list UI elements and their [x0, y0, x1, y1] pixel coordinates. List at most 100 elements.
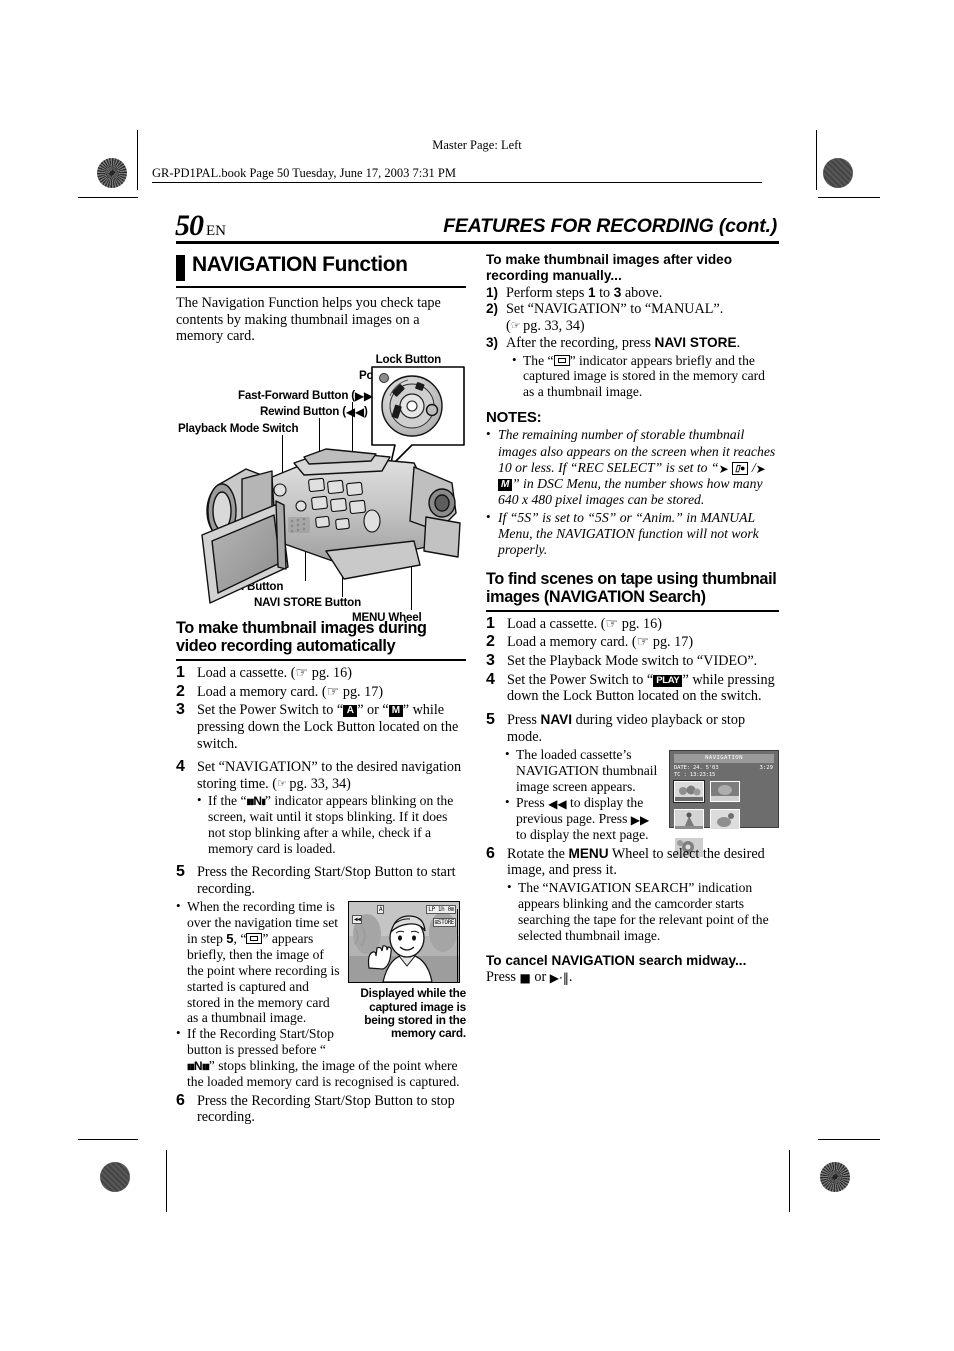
fast-forward-icon: ▶▶: [630, 812, 650, 827]
navi-indicator-icon: ▮▮N▮▮: [187, 1059, 210, 1074]
step-number: 1: [176, 664, 185, 682]
arrow-right-icon: ➤: [755, 461, 766, 476]
halftone-dot-top-right: [823, 158, 853, 188]
step-number: 1: [486, 614, 495, 632]
section-rule: [176, 286, 466, 288]
master-page-label: Master Page: Left: [432, 138, 522, 152]
step-text: Load a memory card. (☞ pg. 17): [507, 634, 694, 651]
play-pause-icon: ▶·‖: [549, 971, 569, 986]
step-item: 4 Set “NAVIGATION” to the desired naviga…: [176, 758, 466, 857]
step-text: Press NAVI during video playback or stop…: [507, 711, 746, 745]
navi-ref: NAVI: [540, 711, 573, 727]
camcorder-illustration-svg: [201, 366, 465, 604]
section-bar: [176, 255, 185, 281]
step-item: 4 Set the Power Switch to “PLAY” while p…: [486, 670, 779, 705]
step-text: Set the Power Switch to “PLAY” while pre…: [507, 671, 775, 705]
trim-line-bottom-right-v: [789, 1150, 790, 1212]
step-number: 4: [486, 670, 495, 688]
step-text: Set “NAVIGATION” to the desired navigati…: [197, 759, 462, 792]
page-ref-icon: ☞: [277, 776, 287, 790]
book-line-rule: [152, 182, 762, 183]
step-number: 2: [176, 682, 185, 700]
step-number: 3: [176, 701, 185, 719]
step-item: 1 Load a cassette. (☞ pg. 16): [176, 664, 466, 682]
step5-bullets: When the recording time is over the navi…: [176, 898, 466, 1090]
registration-mark-bottom-center: [459, 1162, 489, 1192]
step-item: 3 Set the Power Switch to “A” or “M” whi…: [176, 701, 466, 752]
trim-line-left-top: [78, 197, 138, 198]
camcorder-figure: Lock Button Power Switch Fast-Forward Bu…: [176, 351, 466, 624]
step-text: Load a cassette. (☞ pg. 16): [197, 665, 352, 682]
step-ref: 5: [226, 930, 234, 946]
registration-mark-left-lower: [99, 1109, 129, 1139]
book-file-line: GR-PD1PAL.book Page 50 Tuesday, June 17,…: [152, 166, 456, 180]
registration-mark-right-lower: [820, 1109, 850, 1139]
manual-step-text: Perform steps 1 to 3 above.: [506, 284, 663, 301]
step-number: 3: [486, 652, 495, 670]
step-number: 6: [486, 844, 495, 862]
step-number: 5: [486, 710, 495, 728]
trim-line-right-top: [818, 197, 880, 198]
rewind-icon: ◀◀: [548, 796, 567, 811]
running-head: FEATURES FOR RECORDING (cont.): [443, 215, 777, 237]
page-language: EN: [206, 223, 226, 239]
cancel-post: .: [568, 969, 573, 986]
manual-steps-list: 1) Perform steps 1 to 3 above. 2) Set “N…: [486, 285, 779, 401]
subhead-auto-thumbnails: To make thumbnail images during video re…: [176, 618, 427, 655]
manual-step-item: 1) Perform steps 1 to 3 above.: [486, 285, 779, 302]
subhead-rule-left: [176, 659, 466, 662]
step-text: Rotate the MENU Wheel to select the desi…: [507, 845, 765, 879]
bullet-item: If the “▮▮N▮” indicator appears blinking…: [197, 792, 466, 857]
cancel-instruction: Press ■ or ▶·‖.: [486, 969, 779, 986]
memory-card-icon: M: [498, 479, 512, 492]
bullet-item: The “” indicator appears briefly and the…: [512, 352, 779, 401]
step-text: Press the Recording Start/Stop Button to…: [197, 863, 456, 897]
search-step5-bullets: The loaded cassette’s NAVIGATION thumbna…: [505, 746, 779, 843]
step-text: Load a memory card. (☞ pg. 17): [197, 683, 384, 700]
step-item: 5 Press the Recording Start/Stop Button …: [176, 862, 466, 897]
halftone-dot-bottom-left: [100, 1162, 130, 1192]
step-ref: 3: [613, 284, 622, 300]
manual-page: Master Page: Left GR-PD1PAL.book Page 50…: [0, 0, 954, 1351]
subhead-rule-right: [486, 609, 779, 612]
intro-paragraph: The Navigation Function helps you check …: [176, 295, 441, 345]
manual-step-item: 3) After the recording, press NAVI STORE…: [486, 335, 779, 400]
manual-subhead: To make thumbnail images after video rec…: [486, 252, 733, 283]
step-item: 6 Rotate the MENU Wheel to select the de…: [486, 844, 779, 944]
step-ref: 1: [587, 284, 596, 300]
mode-a-icon: A: [343, 705, 358, 718]
stop-icon: ■: [519, 971, 531, 986]
note-item: If “5S” is set to “5S” or “Anim.” in MAN…: [486, 509, 779, 559]
step-item: 2 Load a memory card. (☞ pg. 17): [176, 682, 466, 701]
cancel-mid: or: [530, 969, 550, 986]
step-item: 3 Set the Playback Mode switch to “VIDEO…: [486, 652, 779, 670]
halftone-dot-top-left: [97, 158, 127, 188]
bullet-item: Press ◀◀ to display the previous page. P…: [505, 794, 779, 843]
cancel-subhead: To cancel NAVIGATION search midway...: [486, 952, 747, 968]
section-title: NAVIGATION Function: [192, 253, 408, 276]
navi-store-indicator-icon: [246, 932, 263, 944]
page-number: 50 EN: [175, 209, 226, 243]
notes-list: The remaining number of storable thumbna…: [486, 426, 779, 559]
registration-mark-bottom-right: [807, 1162, 837, 1192]
left-column: NAVIGATION Function The Navigation Funct…: [176, 253, 466, 1128]
mode-m-icon: M: [388, 705, 403, 718]
trim-line-right-bottom: [818, 1139, 880, 1140]
registration-mark-top-right: [781, 158, 811, 188]
cancel-pre: Press: [486, 969, 520, 986]
trim-line-bottom-left-v: [166, 1150, 167, 1212]
step-number: 5: [176, 862, 185, 880]
manual-step-number: 2): [486, 301, 499, 317]
step-item: 2 Load a memory card. (☞ pg. 17): [486, 633, 779, 651]
play-mode-icon: PLAY: [653, 674, 683, 687]
step5-bullet-block: A ◀◀ LP 1h 0m ⊞STORE Displayed while the…: [176, 898, 466, 1090]
registration-mark-right-upper: [820, 197, 850, 227]
manual-step-number: 1): [486, 284, 499, 300]
step5-search-block: NAVIGATION DATE: 24. 5'03 TC : 13:23:15 …: [486, 746, 779, 859]
manual-step-bullets: The “” indicator appears briefly and the…: [512, 352, 779, 401]
step-item: 1 Load a cassette. (☞ pg. 16): [486, 614, 779, 633]
step-text: Set the Playback Mode switch to “VIDEO”.: [507, 653, 758, 670]
note-item: The remaining number of storable thumbna…: [486, 426, 779, 508]
bullet-item: The “NAVIGATION SEARCH” indication appea…: [507, 879, 779, 944]
bullet-item: When the recording time is over the navi…: [176, 898, 466, 1026]
